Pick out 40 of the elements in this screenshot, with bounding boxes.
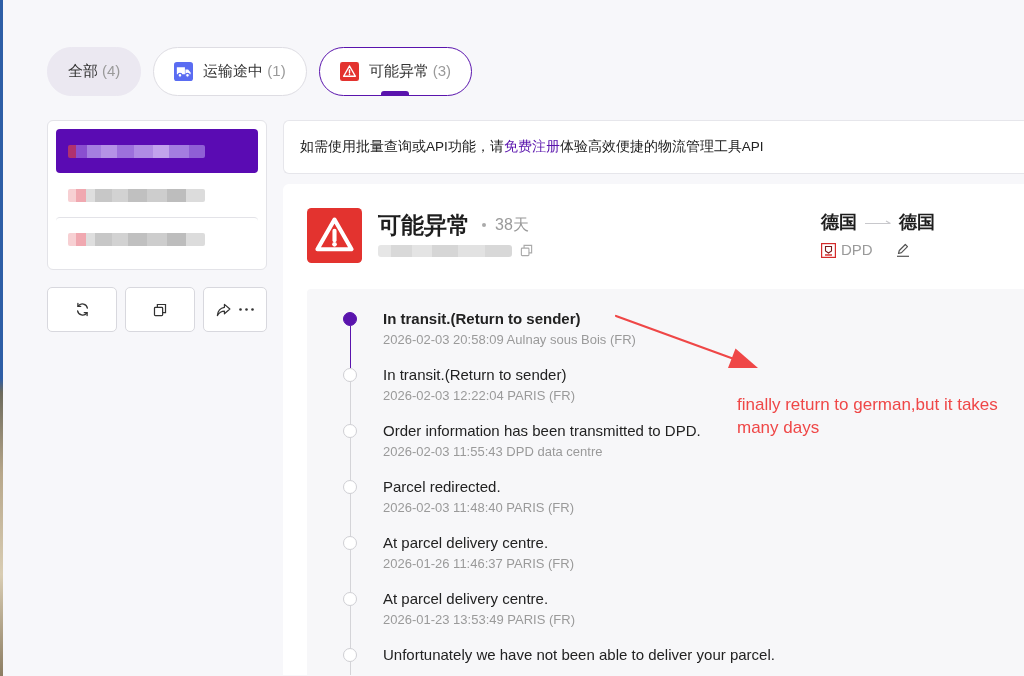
event-title: Parcel redirected. [383,477,502,497]
annotation-text: finally return to german,but it takes many days [737,394,999,439]
event-title: In transit.(Return to sender) [383,365,568,385]
filter-tab[interactable]: 可能异常 (3) [318,47,473,96]
share-icon [216,302,231,317]
event-title: At parcel delivery centre. [383,589,550,609]
route-arrow-icon [865,219,891,225]
event-title: In transit.(Return to sender) [383,309,582,329]
edit-icon[interactable] [895,243,910,257]
event-details: 2026-02-03 11:48:40 PARIS (FR) [383,499,574,517]
filter-tab[interactable]: 全部 (4) [47,47,142,96]
event-details: 2026-02-03 12:22:04 PARIS (FR) [383,387,575,405]
warning-icon [307,208,362,263]
more-icon [239,308,254,311]
refresh-icon [74,302,90,317]
event-details: 2026-01-26 11:46:37 PARIS (FR) [383,555,574,573]
event-details: 2026-02-03 20:58:09 Aulnay sous Bois (FR) [383,331,636,349]
share-button[interactable] [203,287,267,332]
event-details: 2026-02-03 11:55:43 DPD data centre [383,443,604,461]
carrier-logo-icon [821,242,836,258]
separator-dot-icon [482,223,486,227]
notice-text: 如需使用批量查询或API功能，请免费注册体验高效便捷的物流管理工具API [300,137,764,156]
carrier-name: DPD [841,240,873,260]
register-link[interactable]: 免费注册 [503,138,560,154]
status-title: 可能异常 [378,211,470,240]
tracking-list-item[interactable] [56,129,258,173]
copy-icon[interactable] [520,244,533,257]
event-title: Order information has been transmitted to DPD. [383,421,701,441]
copy-button[interactable] [125,287,195,332]
warning-icon [339,62,359,81]
transit-days: 38天 [495,213,529,237]
origin-country: 德国 [821,211,857,234]
filter-tab[interactable]: 运输途中 (1) [153,47,307,96]
refresh-button[interactable] [47,287,117,332]
event-title: At parcel delivery centre. [383,533,550,553]
event-title: Unfortunately we have not been able to deliver your parcel. [383,645,775,665]
event-details: 2026-01-23 13:53:49 PARIS (FR) [383,611,575,629]
destination-country: 德国 [899,211,935,234]
truck-icon [174,62,194,81]
copy-icon [153,302,167,317]
